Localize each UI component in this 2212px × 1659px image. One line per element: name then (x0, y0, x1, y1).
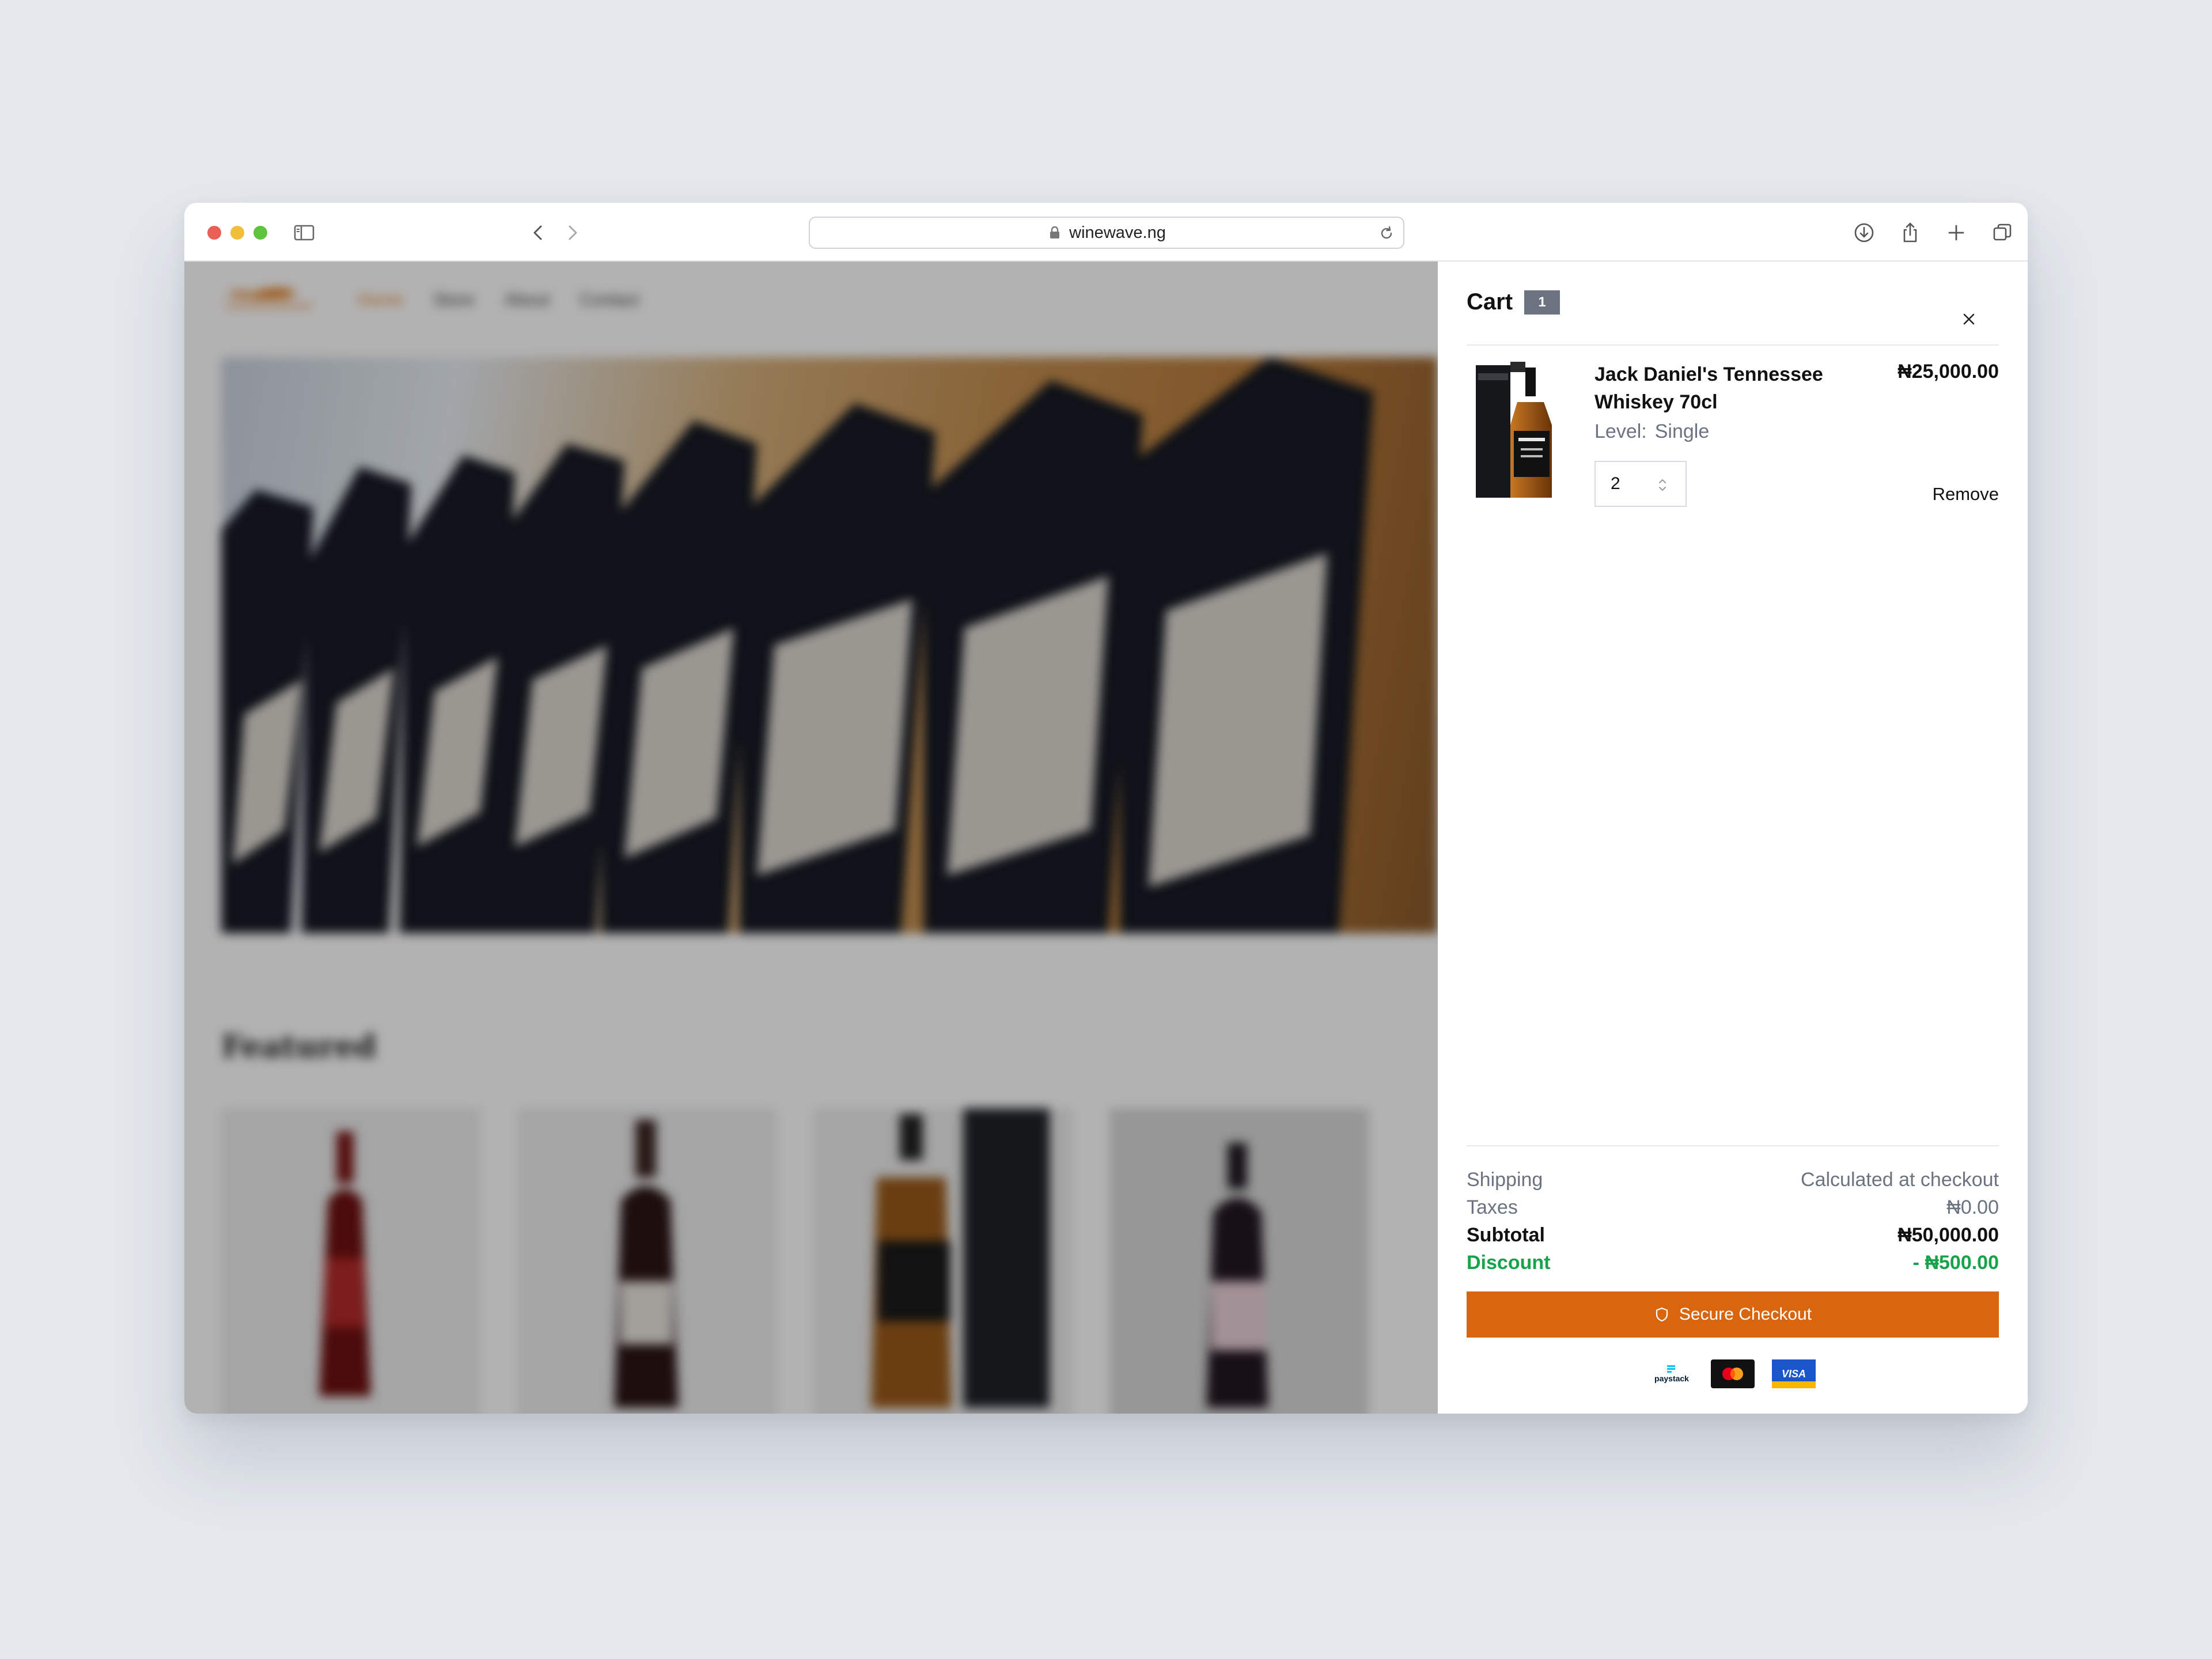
payment-methods: paystack VISA (1438, 1359, 2028, 1388)
divider (1467, 344, 1999, 346)
variant-value: Single (1654, 421, 1710, 442)
discount-row: Discount - ₦500.00 (1467, 1249, 1999, 1277)
cart-drawer: Cart 1 Jack Daniel's Tennessee Whiskey 7… (1438, 262, 2028, 1414)
close-window-button[interactable] (207, 226, 221, 240)
minimize-window-button[interactable] (230, 226, 244, 240)
close-cart-button[interactable] (1957, 308, 1980, 331)
discount-value: - ₦500.00 (1912, 1251, 1999, 1274)
cart-header: Cart 1 (1467, 289, 1560, 315)
discount-label: Discount (1467, 1251, 1551, 1274)
remove-item-button[interactable]: Remove (1933, 484, 1999, 505)
browser-toolbar: winewave.ng (184, 203, 2028, 262)
mastercard-logo (1711, 1359, 1755, 1388)
checkout-label: Secure Checkout (1679, 1305, 1812, 1324)
shipping-value: Calculated at checkout (1801, 1168, 1999, 1191)
lock-icon (1050, 226, 1060, 238)
visa-logo: VISA (1772, 1359, 1816, 1388)
url-text: winewave.ng (1069, 223, 1166, 242)
taxes-label: Taxes (1467, 1196, 1518, 1218)
reload-icon[interactable] (1378, 225, 1395, 242)
paystack-logo: paystack (1650, 1359, 1694, 1388)
subtotal-label: Subtotal (1467, 1224, 1545, 1246)
share-icon[interactable] (1897, 220, 1923, 245)
close-icon (1963, 313, 1975, 325)
product-thumbnail[interactable] (1476, 362, 1561, 501)
cart-title: Cart (1467, 289, 1513, 315)
zoom-window-button[interactable] (253, 226, 267, 240)
browser-window: winewave.ng Home Store About Contact Fea… (184, 203, 2028, 1414)
quantity-select[interactable]: 2 (1594, 461, 1687, 507)
secure-checkout-button[interactable]: Secure Checkout (1467, 1291, 1999, 1338)
taxes-value: ₦0.00 (1946, 1196, 1999, 1218)
back-arrow-icon[interactable] (525, 220, 551, 245)
new-tab-icon[interactable] (1944, 220, 1969, 245)
variant-label: Level: (1594, 421, 1647, 442)
shipping-row: Shipping Calculated at checkout (1467, 1166, 1999, 1194)
downloads-icon[interactable] (1851, 220, 1877, 245)
product-variant: Level: Single (1594, 421, 1709, 443)
subtotal-value: ₦50,000.00 (1897, 1224, 1999, 1246)
quantity-value: 2 (1611, 474, 1620, 493)
forward-arrow-icon[interactable] (560, 220, 585, 245)
summary-divider (1467, 1145, 1999, 1146)
subtotal-row: Subtotal ₦50,000.00 (1467, 1221, 1999, 1249)
tab-overview-icon[interactable] (1990, 220, 2015, 245)
shipping-label: Shipping (1467, 1168, 1543, 1191)
visa-top-stripe (1772, 1359, 1816, 1366)
product-price: ₦25,000.00 (1897, 361, 1999, 382)
taxes-row: Taxes ₦0.00 (1467, 1194, 1999, 1221)
product-name[interactable]: Jack Daniel's Tennessee Whiskey 70cl (1594, 361, 1865, 416)
order-summary: Shipping Calculated at checkout Taxes ₦0… (1467, 1166, 1999, 1277)
paystack-mark-icon (1667, 1365, 1675, 1373)
modal-backdrop[interactable] (184, 262, 1438, 1414)
address-bar[interactable]: winewave.ng (809, 217, 1404, 249)
sidebar-toggle-icon[interactable] (291, 220, 317, 245)
visa-bottom-stripe (1772, 1381, 1816, 1388)
chevron-up-down-icon (1659, 479, 1666, 491)
shield-icon (1656, 1307, 1668, 1322)
mastercard-circles-icon (1722, 1368, 1743, 1380)
cart-count-badge: 1 (1524, 290, 1560, 315)
storefront-background[interactable]: Home Store About Contact Featured (184, 262, 1438, 1414)
